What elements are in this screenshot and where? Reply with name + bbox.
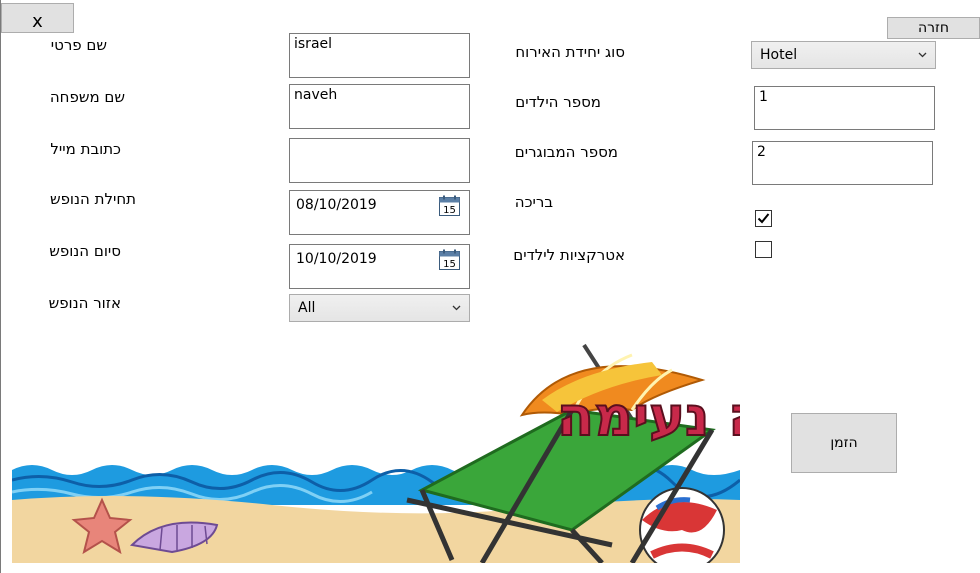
close-button[interactable]: x [1,3,74,33]
area-label: אזור הנופש [48,294,121,312]
vacation-banner-image: חופשה נעימה [12,343,740,563]
chevron-down-icon [452,305,461,311]
area-selected-value: All [298,300,316,316]
lodging-type-label: סוג יחידת האירוח [515,43,625,61]
first-name-input[interactable]: israel [289,33,470,78]
banner-title: חופשה נעימה [557,385,740,448]
email-label: כתובת מייל [50,140,121,158]
first-name-label: שם פרטי [50,36,107,54]
email-input[interactable] [289,138,470,183]
calendar-icon[interactable]: 15 [439,249,460,270]
last-name-input[interactable]: naveh [289,84,470,129]
vacation-start-label: תחילת הנופש [49,190,136,208]
vacation-end-datepicker[interactable]: 10/10/2019 15 [289,244,470,289]
chevron-down-icon [918,52,927,58]
children-count-label: מספר הילדים [515,93,601,111]
calendar-day: 15 [443,259,456,270]
pool-checkbox[interactable] [755,210,772,227]
pool-label: בריכה [514,193,553,211]
kids-attractions-checkbox[interactable] [755,241,772,258]
vacation-start-datepicker[interactable]: 08/10/2019 15 [289,190,470,235]
lodging-type-selected-value: Hotel [760,47,798,63]
back-button[interactable]: חזרה [887,17,980,39]
adults-count-label: מספר המבוגרים [514,143,618,161]
checkmark-icon [757,213,770,224]
lodging-type-combobox[interactable]: Hotel [751,41,936,69]
vacation-start-value: 08/10/2019 [296,197,377,213]
kids-attractions-label: אטרקציות לילדים [513,246,625,264]
calendar-icon[interactable]: 15 [439,195,460,216]
vacation-end-label: סיום הנופש [49,242,121,260]
children-count-input[interactable]: 1 [754,86,935,130]
adults-count-input[interactable]: 2 [752,141,933,185]
book-button[interactable]: הזמן [791,413,897,473]
window-left-border [0,0,1,573]
calendar-day: 15 [443,205,456,216]
area-combobox[interactable]: All [289,294,470,322]
last-name-label: שם משפחה [49,88,125,106]
vacation-end-value: 10/10/2019 [296,251,377,267]
